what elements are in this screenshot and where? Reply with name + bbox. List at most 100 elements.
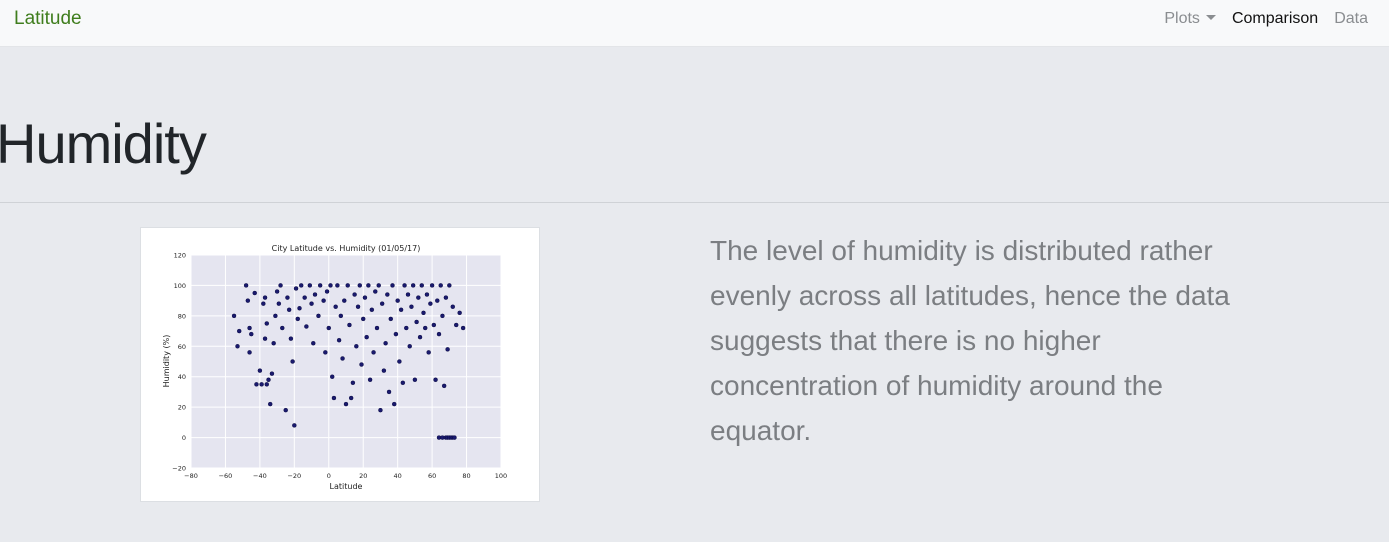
x-axis-label: Latitude xyxy=(330,482,363,491)
data-point xyxy=(347,322,352,328)
data-point xyxy=(262,295,268,300)
data-point xyxy=(357,283,362,288)
y-tick-label: 120 xyxy=(174,252,186,260)
data-point xyxy=(429,283,435,288)
data-point xyxy=(328,283,333,288)
humidity-plot: City Latitude vs. Humidity (01/05/17) La… xyxy=(140,227,540,502)
data-point xyxy=(252,290,257,296)
data-point xyxy=(398,307,404,312)
data-point xyxy=(309,301,314,306)
data-point xyxy=(336,337,342,343)
data-point xyxy=(366,283,371,288)
data-point xyxy=(245,298,251,303)
data-point xyxy=(438,283,443,288)
data-point xyxy=(304,324,309,329)
data-point xyxy=(457,310,462,316)
data-point xyxy=(261,301,266,306)
data-point xyxy=(247,325,252,331)
data-point xyxy=(257,368,263,373)
data-point xyxy=(428,301,433,306)
x-tick-label: 80 xyxy=(462,472,470,480)
x-tick-label: −60 xyxy=(219,472,233,480)
data-point xyxy=(359,362,364,367)
nav-plots-dropdown[interactable]: Plots xyxy=(1164,10,1216,28)
x-tick-label: 40 xyxy=(394,472,402,480)
data-point xyxy=(285,295,290,300)
data-point xyxy=(419,283,424,288)
data-point xyxy=(317,283,323,288)
x-tick-label: −80 xyxy=(184,472,198,480)
data-point xyxy=(286,307,292,312)
data-point xyxy=(450,304,455,309)
y-tick-label: 60 xyxy=(178,343,186,351)
x-tick-label: −40 xyxy=(253,472,267,480)
data-point xyxy=(383,341,388,346)
data-point xyxy=(395,298,400,303)
x-tick-label: 20 xyxy=(359,472,367,480)
nav-links: Plots Comparison Data xyxy=(1164,10,1368,28)
data-point xyxy=(278,283,283,288)
data-point xyxy=(393,331,399,337)
data-point xyxy=(378,407,383,413)
data-point xyxy=(371,350,376,355)
data-point xyxy=(435,298,440,303)
data-point xyxy=(237,328,242,334)
divider xyxy=(0,202,1389,203)
data-point xyxy=(397,359,402,364)
data-point xyxy=(433,377,438,382)
data-point xyxy=(266,377,271,382)
data-point xyxy=(400,380,406,386)
data-point xyxy=(333,304,338,309)
nav-data[interactable]: Data xyxy=(1334,10,1368,28)
data-point xyxy=(417,334,423,340)
caret-down-icon xyxy=(1205,15,1216,20)
nav-plots-label: Plots xyxy=(1164,10,1200,27)
brand-link[interactable]: Latitude xyxy=(14,8,82,30)
data-point xyxy=(335,283,340,288)
data-point xyxy=(271,341,276,346)
data-point xyxy=(345,283,350,288)
data-point xyxy=(316,313,321,319)
nav-comparison[interactable]: Comparison xyxy=(1232,10,1318,28)
data-point xyxy=(443,295,449,300)
data-point xyxy=(324,289,330,294)
data-point xyxy=(292,423,297,428)
data-point xyxy=(348,395,354,401)
data-point xyxy=(247,350,252,355)
y-tick-label: 0 xyxy=(182,434,186,442)
y-tick-label: 20 xyxy=(178,404,186,412)
data-point xyxy=(392,401,397,407)
data-point xyxy=(426,350,431,355)
data-point xyxy=(404,325,409,331)
page-title: Humidity xyxy=(0,112,207,175)
data-point xyxy=(283,407,288,413)
data-point xyxy=(302,295,307,300)
data-point xyxy=(274,289,280,294)
data-point xyxy=(452,435,457,440)
chart-title: City Latitude vs. Humidity (01/05/17) xyxy=(272,244,421,253)
data-point xyxy=(407,344,412,349)
data-point xyxy=(379,301,385,306)
data-point xyxy=(355,304,361,309)
data-point xyxy=(431,322,437,328)
data-point xyxy=(323,350,328,355)
data-point xyxy=(376,283,381,288)
data-point xyxy=(460,325,466,331)
data-point xyxy=(280,325,285,331)
x-tick-label: −20 xyxy=(287,472,301,480)
data-point xyxy=(388,316,393,322)
humidity-description: The level of humidity is distributed rat… xyxy=(710,235,1230,446)
data-point xyxy=(293,286,299,291)
data-point xyxy=(410,283,416,288)
data-point xyxy=(440,313,445,319)
data-point xyxy=(423,325,428,331)
data-point xyxy=(307,283,313,288)
navbar: Latitude Plots Comparison Data xyxy=(0,0,1389,47)
humidity-scatter-chart: City Latitude vs. Humidity (01/05/17) La… xyxy=(162,244,507,491)
data-point xyxy=(268,401,273,407)
y-tick-label: −20 xyxy=(172,465,186,473)
data-point xyxy=(369,307,375,312)
data-point xyxy=(269,371,275,376)
x-tick-label: 100 xyxy=(495,472,507,480)
data-point xyxy=(259,382,264,387)
